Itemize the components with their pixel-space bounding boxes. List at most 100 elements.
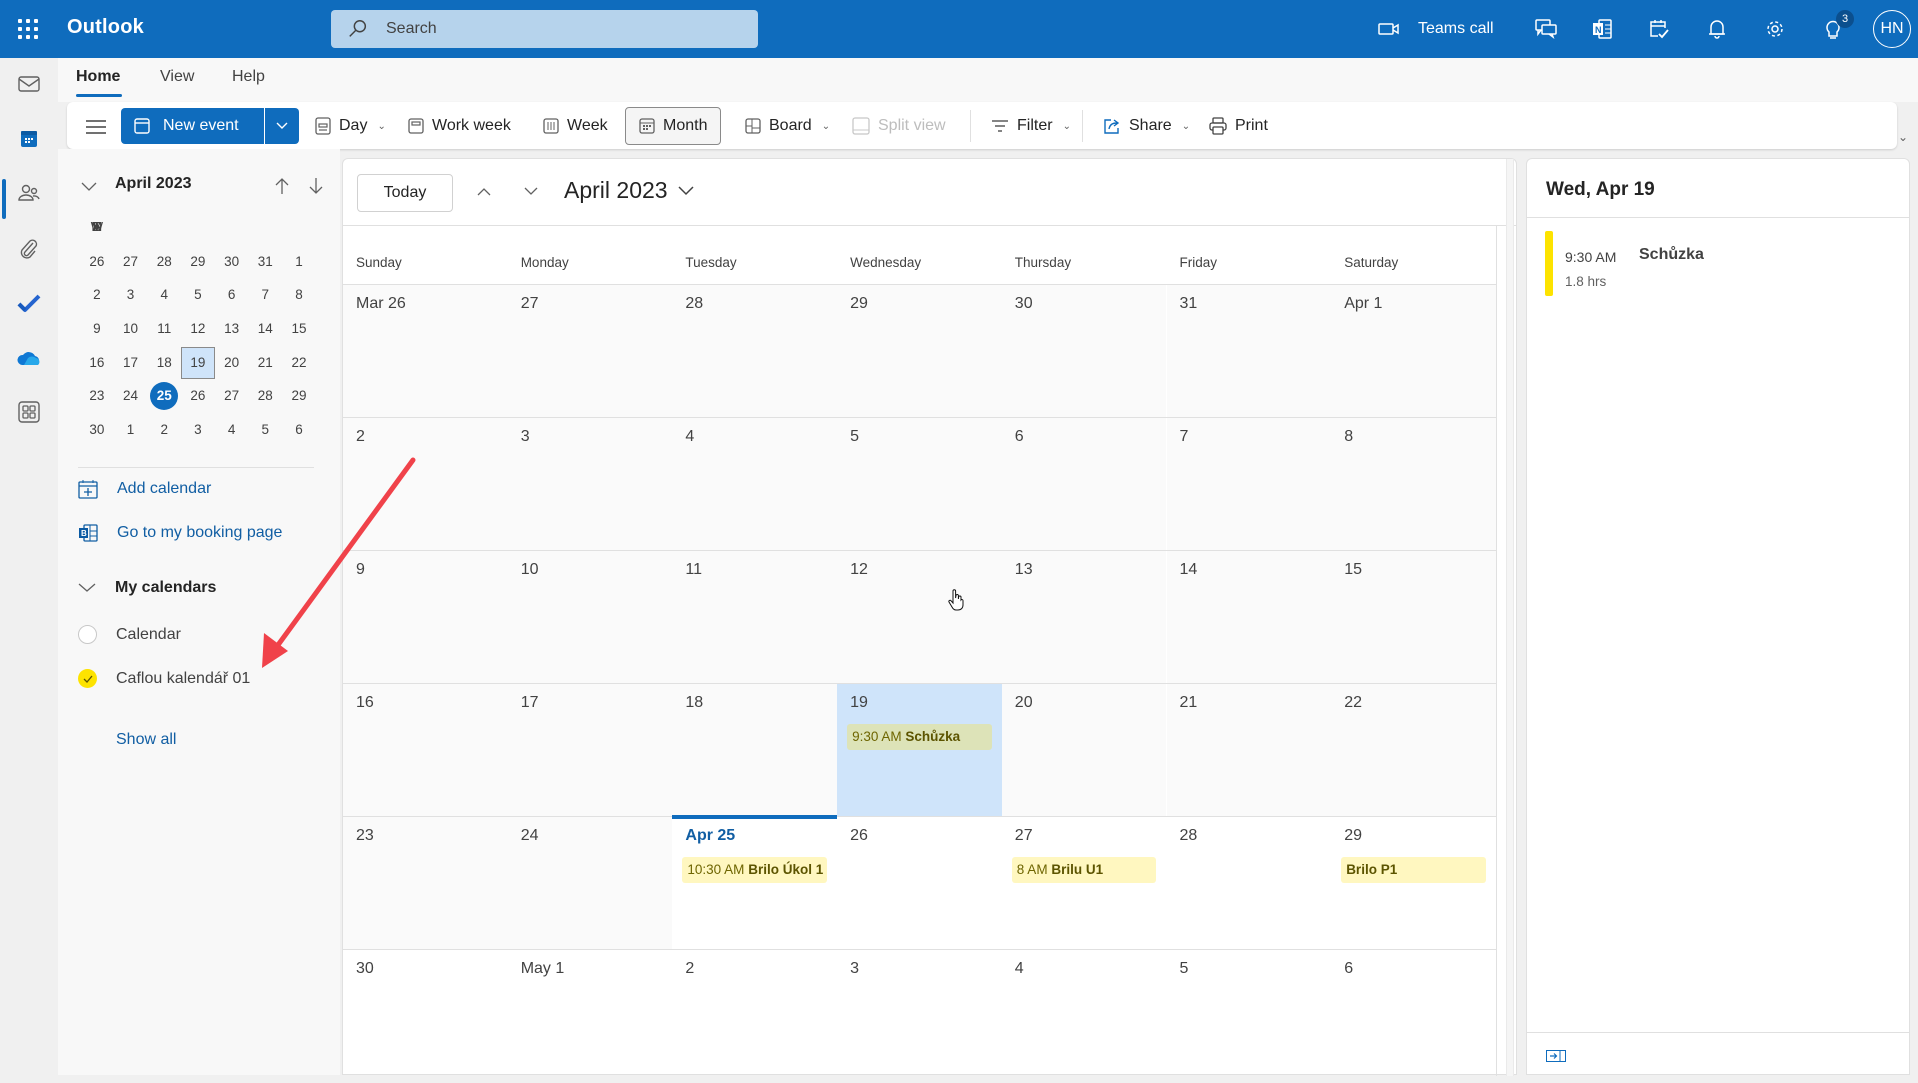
- mini-calendar-day[interactable]: 2: [80, 279, 114, 311]
- mini-calendar-day[interactable]: 28: [248, 380, 282, 412]
- rail-item-onedrive[interactable]: [10, 339, 48, 377]
- mini-calendar-day[interactable]: 15: [282, 313, 316, 345]
- calendar-item-caflou[interactable]: Caflou kalendář 01: [78, 669, 250, 688]
- mini-calendar-day[interactable]: 27: [114, 246, 148, 278]
- month-view-button[interactable]: Month: [625, 107, 722, 145]
- mini-calendar-day[interactable]: 5: [181, 279, 215, 311]
- calendar-event[interactable]: 9:30 AM Schůzka: [847, 724, 992, 750]
- mini-calendar-day[interactable]: 21: [248, 347, 282, 379]
- search-box[interactable]: Search: [331, 10, 758, 48]
- day-cell[interactable]: Mar 26: [343, 285, 508, 417]
- day-cell[interactable]: 28: [1167, 817, 1332, 949]
- day-cell[interactable]: Apr 1: [1331, 285, 1496, 417]
- day-cell[interactable]: 2: [343, 418, 508, 550]
- calendar-event[interactable]: 10:30 AM Brilo Úkol 1: [682, 857, 828, 883]
- expand-pane-icon[interactable]: [1546, 1050, 1566, 1062]
- mini-calendar-day[interactable]: 12: [181, 313, 215, 345]
- mini-calendar-day[interactable]: 14: [248, 313, 282, 345]
- vertical-scrollbar[interactable]: [1506, 159, 1514, 1076]
- day-cell[interactable]: 19 9:30 AM Schůzka: [837, 684, 1002, 816]
- next-month-chevron-down-icon[interactable]: [524, 187, 538, 196]
- mini-calendar-day[interactable]: 26: [80, 246, 114, 278]
- mini-calendar-day[interactable]: 18: [147, 347, 181, 379]
- day-cell[interactable]: 12: [837, 551, 1002, 683]
- ribbon-expand-chevron-icon[interactable]: ⌄: [1898, 130, 1908, 144]
- mini-calendar-day[interactable]: 9: [80, 313, 114, 345]
- day-cell[interactable]: 4: [1002, 950, 1167, 1082]
- day-cell[interactable]: 14: [1166, 551, 1332, 683]
- arrow-up-icon[interactable]: [275, 177, 289, 195]
- teams-call-button[interactable]: Teams call: [1378, 14, 1494, 44]
- day-cell[interactable]: 3: [507, 418, 673, 550]
- chat-icon[interactable]: [1531, 14, 1561, 44]
- day-cell[interactable]: 31: [1166, 285, 1332, 417]
- mini-calendar-day[interactable]: 23: [80, 380, 114, 412]
- calendar-check-icon[interactable]: [1644, 14, 1674, 44]
- mini-calendar-day[interactable]: 4: [215, 414, 249, 446]
- collapse-chevron-icon[interactable]: [81, 182, 97, 192]
- day-cell[interactable]: 5: [837, 418, 1002, 550]
- day-cell[interactable]: Apr 25 10:30 AM Brilo Úkol 1: [672, 815, 838, 949]
- day-event-item[interactable]: 9:30 AM 1.8 hrs Schůzka: [1545, 231, 1885, 296]
- mini-calendar-day[interactable]: 29: [282, 380, 316, 412]
- week-view-button[interactable]: Week: [537, 110, 614, 142]
- mini-calendar-day[interactable]: 28: [147, 246, 181, 278]
- hamburger-menu-button[interactable]: [79, 111, 113, 143]
- mini-calendar-day[interactable]: 2: [147, 414, 181, 446]
- day-cell[interactable]: 22: [1331, 684, 1496, 816]
- previous-month-chevron-up-icon[interactable]: [477, 187, 491, 196]
- mini-calendar-day[interactable]: 29: [181, 246, 215, 278]
- work-week-view-button[interactable]: Work week: [402, 110, 517, 142]
- day-view-button[interactable]: Day ⌄: [309, 110, 392, 142]
- app-launcher-waffle-icon[interactable]: [16, 17, 40, 41]
- mini-calendar-day[interactable]: 4: [147, 279, 181, 311]
- day-cell[interactable]: 20: [1001, 684, 1167, 816]
- search-placeholder[interactable]: Search: [386, 20, 437, 38]
- mini-calendar-day[interactable]: 7: [248, 279, 282, 311]
- tab-help[interactable]: Help: [232, 68, 265, 86]
- mini-calendar-day[interactable]: 31: [248, 246, 282, 278]
- day-cell[interactable]: 6: [1001, 418, 1167, 550]
- mini-calendar-day[interactable]: 30: [80, 414, 114, 446]
- mini-calendar-day[interactable]: 6: [215, 279, 249, 311]
- mini-calendar-day[interactable]: 3: [181, 414, 215, 446]
- day-cell[interactable]: 29 Brilo P1: [1331, 817, 1496, 949]
- day-cell[interactable]: 30: [1001, 285, 1167, 417]
- rail-item-files[interactable]: [10, 230, 48, 268]
- day-cell[interactable]: 15: [1331, 551, 1496, 683]
- mini-calendar-day[interactable]: 5: [248, 414, 282, 446]
- bell-icon[interactable]: [1702, 14, 1732, 44]
- day-cell[interactable]: 29: [837, 285, 1002, 417]
- mini-calendar-day[interactable]: 30: [215, 246, 249, 278]
- mini-calendar-day[interactable]: 25: [147, 380, 181, 412]
- mini-calendar-day[interactable]: 16: [80, 347, 114, 379]
- day-cell[interactable]: 17: [507, 684, 673, 816]
- day-cell[interactable]: 10: [507, 551, 673, 683]
- mini-calendar-day[interactable]: 27: [215, 380, 249, 412]
- day-cell[interactable]: 30: [343, 950, 508, 1082]
- day-cell[interactable]: 6: [1331, 950, 1496, 1082]
- day-cell[interactable]: 9: [343, 551, 508, 683]
- day-cell[interactable]: 3: [837, 950, 1002, 1082]
- day-cell[interactable]: 27: [507, 285, 673, 417]
- rail-item-people[interactable]: [10, 174, 48, 212]
- day-cell[interactable]: 18: [672, 684, 838, 816]
- unchecked-circle-icon[interactable]: [78, 625, 97, 644]
- gear-icon[interactable]: [1760, 14, 1790, 44]
- day-cell[interactable]: 2: [672, 950, 837, 1082]
- mini-calendar-day[interactable]: 1: [114, 414, 148, 446]
- rail-item-apps[interactable]: [10, 393, 48, 431]
- rail-item-mail[interactable]: [10, 65, 48, 103]
- mini-calendar-day[interactable]: 8: [282, 279, 316, 311]
- day-cell[interactable]: May 1: [508, 950, 673, 1082]
- avatar[interactable]: HN: [1873, 10, 1911, 48]
- day-cell[interactable]: 11: [672, 551, 838, 683]
- day-cell[interactable]: 7: [1166, 418, 1332, 550]
- mini-calendar-day[interactable]: 20: [215, 347, 249, 379]
- day-cell[interactable]: 8: [1331, 418, 1496, 550]
- day-cell[interactable]: 4: [672, 418, 838, 550]
- day-cell[interactable]: 21: [1166, 684, 1332, 816]
- board-view-button[interactable]: Board ⌄: [739, 110, 836, 142]
- day-cell[interactable]: 24: [507, 817, 673, 949]
- show-all-link[interactable]: Show all: [116, 727, 176, 753]
